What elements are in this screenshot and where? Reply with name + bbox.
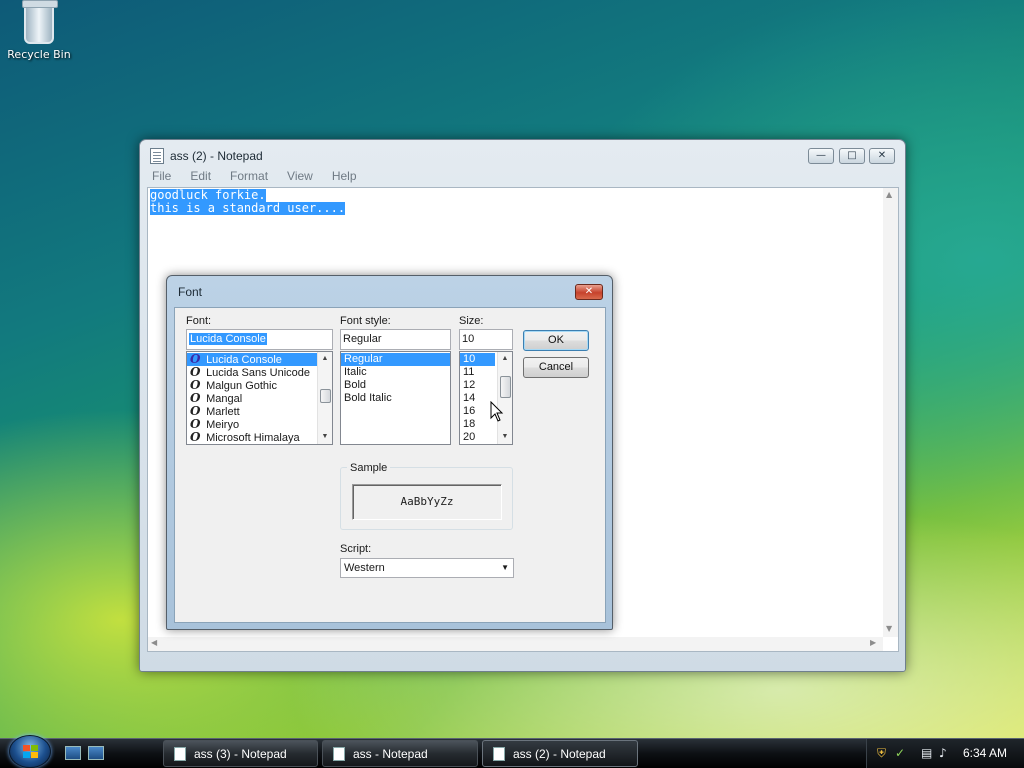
maximize-button[interactable]: □ (839, 148, 865, 164)
show-desktop-icon[interactable] (65, 746, 81, 760)
sample-preview: AaBbYyZz (352, 484, 502, 520)
notepad-icon (174, 747, 186, 761)
script-label: Script: (340, 543, 372, 555)
editor-content[interactable]: goodluck forkie. this is a standard user… (150, 189, 346, 215)
size-label: Size: (459, 315, 484, 327)
script-selected-value: Western (344, 562, 385, 574)
sample-label: Sample (347, 462, 391, 474)
taskbar-button-notepad[interactable]: ass - Notepad (322, 740, 478, 767)
network-icon[interactable]: ▤ (921, 746, 932, 760)
windows-logo-icon (23, 745, 39, 759)
start-button[interactable] (9, 735, 51, 768)
font-name-input[interactable]: Lucida Console (186, 329, 333, 350)
scroll-up-arrow-icon[interactable]: ▲ (886, 190, 892, 199)
font-style-item[interactable]: Italic (341, 366, 450, 379)
volume-icon[interactable]: ♪ (939, 746, 947, 760)
minimize-button[interactable]: — (808, 148, 834, 164)
opentype-font-icon: O (190, 430, 201, 444)
taskbar-button-notepad-2[interactable]: ass (2) - Notepad (482, 740, 638, 767)
scroll-thumb[interactable] (320, 389, 331, 403)
notepad-icon (333, 747, 345, 761)
font-size-input[interactable]: 10 (459, 329, 513, 350)
notepad-menubar: File Edit Format View Help (148, 167, 372, 187)
scroll-down-arrow-icon[interactable]: ▼ (886, 624, 892, 633)
close-button[interactable]: ✕ (869, 148, 895, 164)
recycle-bin-icon (22, 0, 58, 44)
font-dialog: Font ✕ Font: Lucida Console O Lucida Con… (166, 275, 613, 630)
clock[interactable]: 6:34 AM (963, 746, 1007, 760)
editor-line: this is a standard user.... (150, 201, 346, 215)
size-list-scrollbar[interactable]: ▲ ▼ (497, 352, 512, 444)
notepad-icon (493, 747, 505, 761)
font-list[interactable]: O Lucida Console O Lucida Sans Unicode O… (186, 351, 333, 445)
notepad-title: ass (2) - Notepad (170, 149, 263, 163)
update-icon[interactable]: ✓ (895, 746, 905, 760)
font-list-item[interactable]: O Lucida Console (187, 353, 332, 366)
notepad-icon (150, 148, 164, 164)
menu-format[interactable]: Format (226, 167, 272, 185)
font-list-item[interactable]: O Microsoft Himalaya (187, 430, 332, 445)
font-dialog-body: Font: Lucida Console O Lucida Console O … (174, 307, 606, 623)
menu-view[interactable]: View (283, 167, 317, 185)
font-style-label: Font style: (340, 315, 391, 327)
font-list-scrollbar[interactable]: ▲ ▼ (317, 352, 332, 444)
scroll-up-arrow-icon[interactable]: ▲ (320, 353, 330, 365)
scroll-thumb[interactable] (500, 376, 511, 398)
switch-windows-icon[interactable] (88, 746, 104, 760)
script-dropdown[interactable]: Western ▼ (340, 558, 514, 578)
font-list-item[interactable]: O Lucida Sans Unicode (187, 366, 332, 380)
taskbar-button-notepad-3[interactable]: ass (3) - Notepad (163, 740, 318, 767)
font-list-item[interactable]: O Marlett (187, 405, 332, 419)
recycle-bin-label: Recycle Bin (7, 48, 71, 61)
recycle-bin-shortcut[interactable]: Recycle Bin (4, 0, 74, 61)
font-style-item[interactable]: Regular (341, 353, 450, 366)
scroll-up-arrow-icon[interactable]: ▲ (500, 353, 510, 365)
chevron-down-icon: ▼ (501, 563, 509, 572)
scroll-left-arrow-icon[interactable]: ◀ (151, 638, 157, 647)
font-list-item[interactable]: O Malgun Gothic (187, 379, 332, 393)
font-list-item[interactable]: O Meiryo (187, 418, 332, 432)
menu-edit[interactable]: Edit (186, 167, 215, 185)
ok-button[interactable]: OK (523, 330, 589, 351)
scroll-down-arrow-icon[interactable]: ▼ (500, 431, 510, 443)
security-shield-icon[interactable]: ⛨ (877, 746, 886, 761)
font-style-item[interactable]: Bold Italic (341, 392, 450, 405)
font-style-list[interactable]: Regular Italic Bold Bold Italic (340, 351, 451, 445)
editor-horizontal-scrollbar[interactable]: ◀ ▶ (148, 637, 883, 651)
font-list-item[interactable]: O Mangal (187, 392, 332, 406)
font-dialog-title: Font (178, 285, 203, 299)
font-style-input[interactable]: Regular (340, 329, 451, 350)
font-label: Font: (186, 315, 212, 327)
cancel-button[interactable]: Cancel (523, 357, 589, 378)
font-style-item[interactable]: Bold (341, 379, 450, 392)
system-tray: ⛨ ✓ ▤ ♪ 6:34 AM (866, 739, 1024, 768)
scroll-down-arrow-icon[interactable]: ▼ (320, 431, 330, 443)
font-dialog-close-button[interactable]: ✕ (575, 284, 603, 300)
editor-vertical-scrollbar[interactable]: ▲ ▼ (883, 188, 898, 637)
font-size-list[interactable]: 10 11 12 14 16 18 20 ▲ ▼ (459, 351, 513, 445)
scroll-right-arrow-icon[interactable]: ▶ (870, 638, 876, 647)
font-size-item[interactable]: 10 (460, 353, 495, 366)
menu-help[interactable]: Help (328, 167, 361, 185)
mouse-cursor-icon (490, 401, 504, 422)
menu-file[interactable]: File (148, 167, 175, 185)
